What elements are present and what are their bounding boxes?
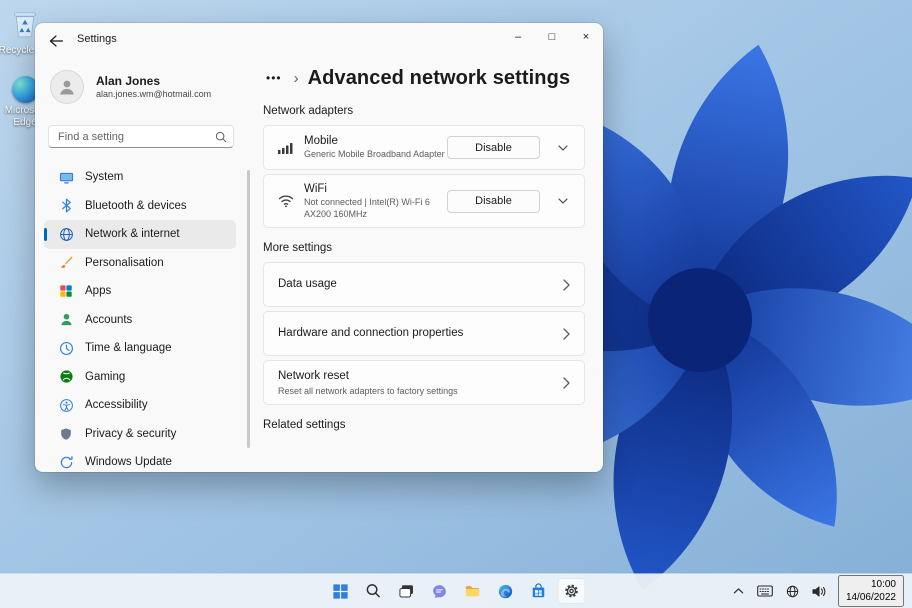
sidebar-item-label: Gaming [85,370,126,383]
more-settings-label: More settings [263,242,333,255]
disable-button[interactable]: Disable [447,136,540,159]
task-view-icon[interactable] [393,578,421,604]
tray-network-icon[interactable] [784,583,801,600]
sidebar-item-time-language[interactable]: Time & language [44,334,236,363]
chevron-right-icon [563,328,570,340]
titlebar[interactable]: Settings – □ × [35,23,603,57]
user-name: Alan Jones [96,73,161,88]
minimize-button[interactable]: – [501,23,535,50]
sidebar-item-label: Apps [85,285,112,298]
wifi-icon [278,194,304,208]
adapter-description: Generic Mobile Broadband Adapter [304,149,445,160]
system-tray: 10:00 14/06/2022 [731,574,904,608]
edge-browser-icon[interactable] [492,578,520,604]
chevron-right-icon [563,279,570,291]
settings-card-data-usage[interactable]: Data usage [263,262,585,308]
adapter-name: Mobile [304,135,338,148]
shield-icon [58,426,74,442]
network-globe-icon [58,226,74,242]
chevron-down-icon[interactable] [550,136,576,159]
sidebar-scrollbar[interactable] [247,170,250,448]
settings-window: Settings – □ × Alan Jones alan.jones.wm@… [35,23,603,472]
bluetooth-icon [58,198,74,214]
person-icon [58,312,74,328]
brush-icon [58,255,74,271]
adapter-name: WiFi [304,183,327,195]
account-header[interactable]: Alan Jones alan.jones.wm@hotmail.com [50,70,211,104]
sidebar-item-personalisation[interactable]: Personalisation [44,249,236,278]
sidebar-item-label: Windows Update [85,456,172,469]
taskbar: 10:00 14/06/2022 [0,574,912,608]
disable-button[interactable]: Disable [447,189,540,213]
desktop: Recycle Bin Microsoft Edge Settings – □ … [0,0,912,608]
tray-date: 14/06/2022 [845,592,896,603]
taskbar-center-icons [327,574,586,608]
settings-card-network-reset[interactable]: Network reset Reset all network adapters… [263,360,585,406]
system-icon [58,169,74,185]
page-title: Advanced network settings [307,66,571,89]
tray-clock[interactable]: 10:00 14/06/2022 [837,575,904,607]
window-title: Settings [77,33,117,45]
taskbar-search-icon[interactable] [360,578,388,604]
sidebar-item-accounts[interactable]: Accounts [44,306,236,335]
adapter-card-mobile[interactable]: Mobile Generic Mobile Broadband Adapter … [263,125,585,170]
related-settings-label: Related settings [263,419,346,432]
file-explorer-icon[interactable] [459,578,487,604]
sidebar-item-label: Network & internet [85,228,180,241]
sidebar-item-apps[interactable]: Apps [44,277,236,306]
search-input[interactable] [48,125,234,148]
sidebar-item-network-internet[interactable]: Network & internet [44,220,236,249]
card-description: Reset all network adapters to factory se… [278,385,458,396]
tray-chevron-up-icon[interactable] [731,585,746,597]
mobile-signal-icon [278,141,304,155]
sidebar-item-windows-update[interactable]: Windows Update [44,448,236,472]
chevron-right-icon [563,377,570,389]
store-icon[interactable] [525,578,553,604]
sidebar-item-label: Personalisation [85,256,164,269]
card-title: Data usage [278,278,337,291]
sidebar-item-system[interactable]: System [44,163,236,192]
adapter-card-wifi[interactable]: WiFi Not connected | Intel(R) Wi-Fi 6 AX… [263,174,585,229]
page-content: ••• › Advanced network settings Network … [263,63,585,472]
breadcrumb-chevron-icon: › [293,69,299,87]
xbox-icon [58,369,74,385]
update-refresh-icon [58,454,74,470]
tray-volume-icon[interactable] [810,583,829,600]
avatar [50,70,84,104]
user-email: alan.jones.wm@hotmail.com [96,88,212,99]
back-button[interactable] [42,29,70,52]
sidebar-item-bluetooth-devices[interactable]: Bluetooth & devices [44,192,236,221]
sidebar-nav: System Bluetooth & devices Network & int… [44,163,236,472]
sidebar-item-label: Privacy & security [85,427,177,440]
clock-icon [58,340,74,356]
close-button[interactable]: × [569,23,603,50]
maximize-button[interactable]: □ [535,23,569,50]
sidebar-item-label: System [85,171,124,184]
sidebar-item-accessibility[interactable]: Accessibility [44,391,236,420]
sidebar-item-label: Accounts [85,313,133,326]
search-icon [215,130,227,148]
tray-time: 10:00 [870,579,896,590]
sidebar-item-label: Bluetooth & devices [85,199,187,212]
network-adapters-label: Network adapters [263,105,354,117]
window-controls: – □ × [501,23,603,50]
breadcrumb: ••• › Advanced network settings [263,63,585,93]
sidebar-item-label: Time & language [85,342,172,355]
chevron-down-icon[interactable] [550,190,576,213]
sidebar-item-label: Accessibility [85,399,148,412]
apps-grid-icon [58,283,74,299]
accessibility-icon [58,397,74,413]
search-box [48,125,234,148]
adapter-description: Not connected | Intel(R) Wi-Fi 6 AX200 1… [304,196,430,219]
chat-icon[interactable] [426,578,454,604]
settings-card-hardware-properties[interactable]: Hardware and connection properties [263,311,585,357]
card-title: Hardware and connection properties [278,327,464,340]
breadcrumb-ellipsis-button[interactable]: ••• [263,69,285,87]
settings-gear-icon[interactable] [557,578,586,604]
sidebar-item-gaming[interactable]: Gaming [44,363,236,392]
sidebar-item-privacy-security[interactable]: Privacy & security [44,420,236,449]
start-button[interactable] [327,578,355,604]
card-title: Network reset [278,369,349,382]
tray-keyboard-icon[interactable] [755,583,775,599]
